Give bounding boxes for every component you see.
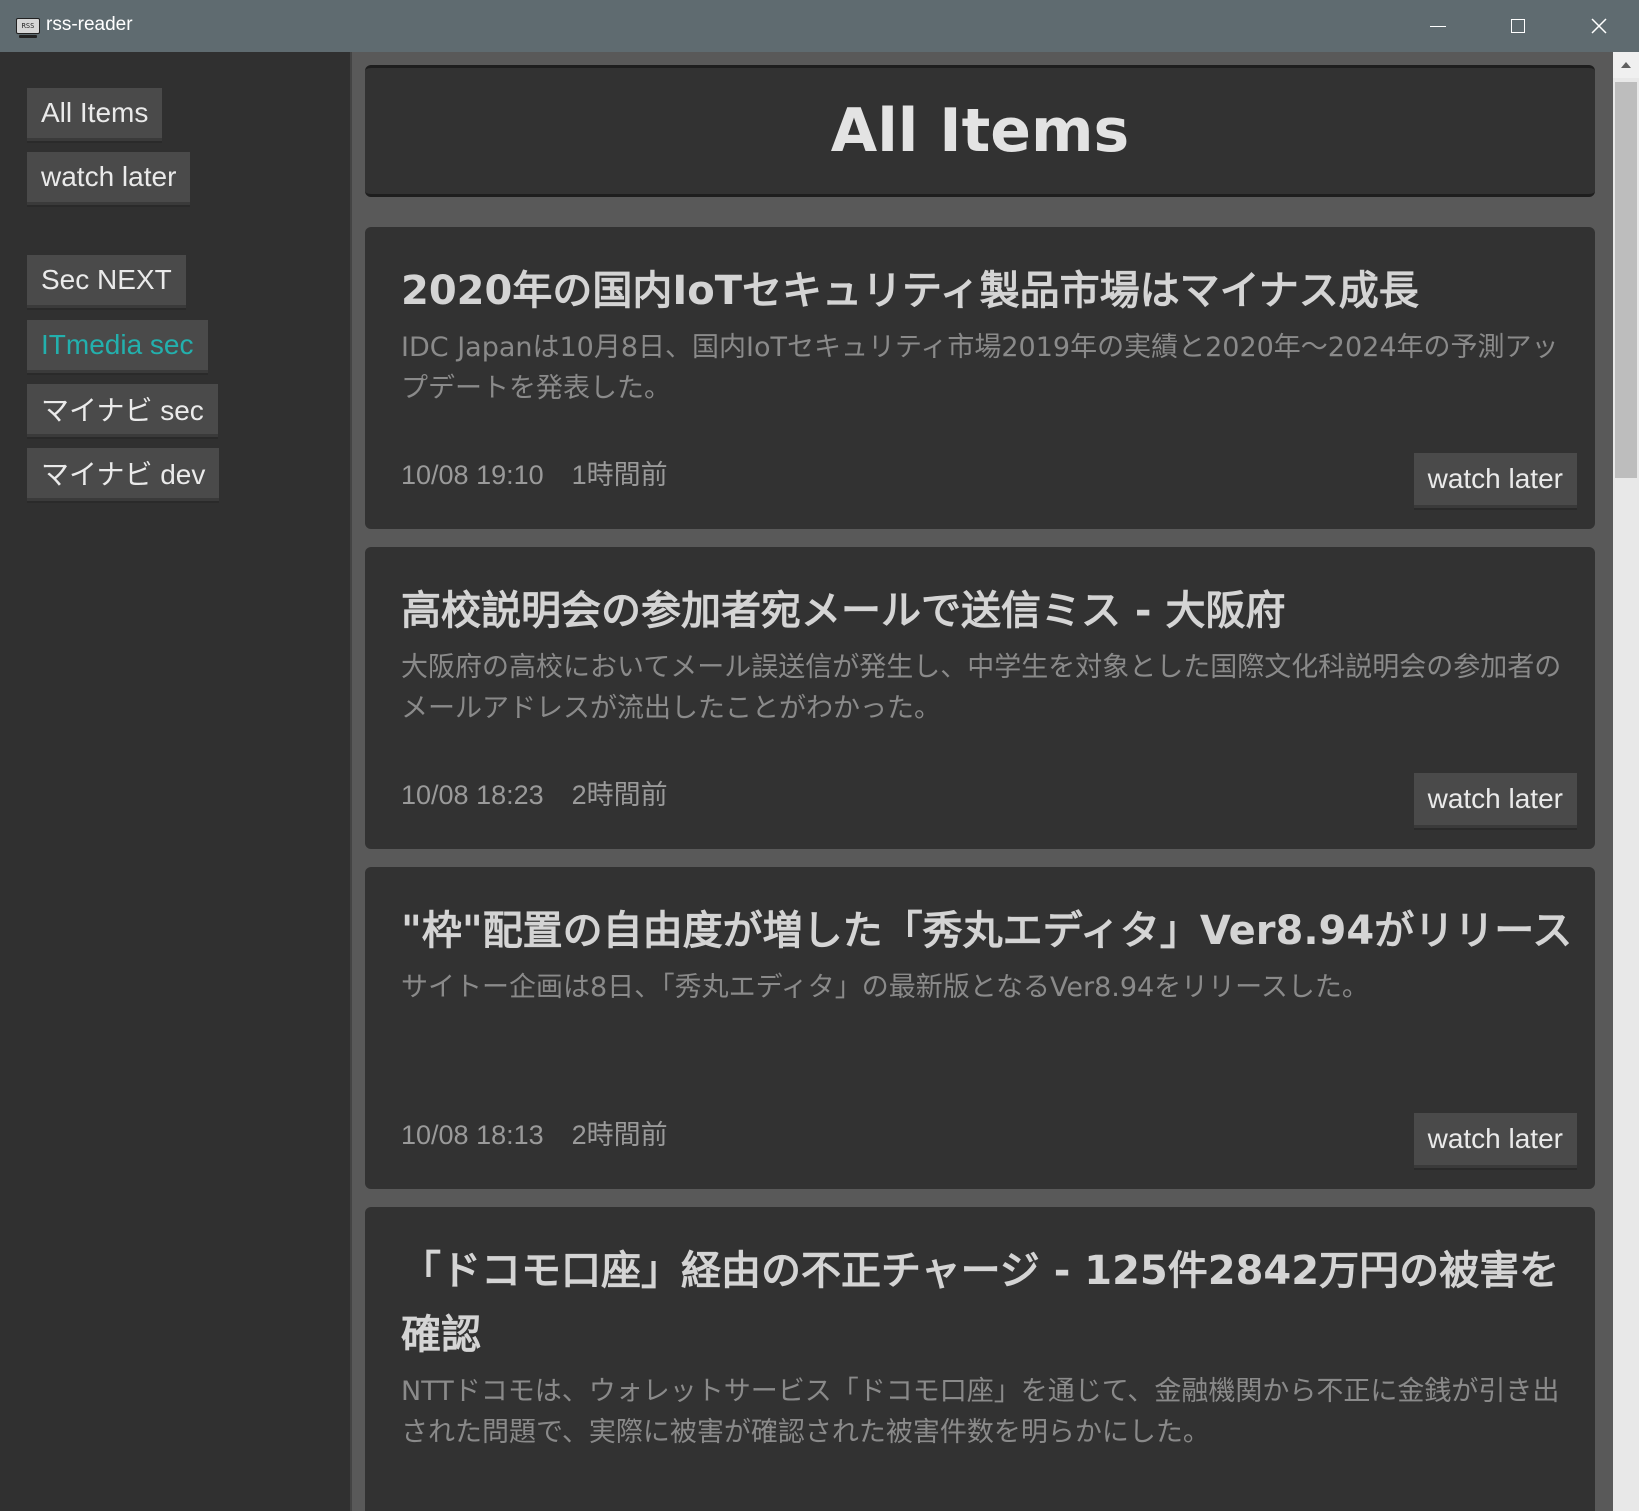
article-relative-time: 1時間前: [571, 460, 668, 490]
page-title: All Items: [830, 96, 1130, 166]
article-meta: 10/08 19:10 1時間前: [401, 453, 668, 492]
rss-app-icon: RSS: [16, 18, 40, 38]
sidebar-item-mynavi-sec[interactable]: マイナビ sec: [27, 384, 218, 434]
article-meta: 10/08 18:13 2時間前: [401, 1113, 668, 1152]
article-description: 大阪府の高校においてメール誤送信が発生し、中学生を対象とした国際文化科説明会の参…: [401, 652, 1562, 724]
article-card[interactable]: 「ドコモ口座」経由の不正チャージ - 125件2842万円の被害を確認 NTTド…: [365, 1207, 1595, 1511]
title-bar: RSS rss-reader: [0, 0, 1639, 52]
article-date: 10/08 18:13: [401, 1120, 544, 1150]
article-title[interactable]: "枠"配置の自由度が増した「秀丸エディタ」Ver8.94がリリース: [401, 899, 1577, 963]
article-card[interactable]: "枠"配置の自由度が増した「秀丸エディタ」Ver8.94がリリース サイトー企画…: [365, 867, 1595, 1189]
sidebar-item-mynavi-dev[interactable]: マイナビ dev: [27, 448, 220, 498]
maximize-icon: [1511, 19, 1525, 33]
maximize-button[interactable]: [1478, 0, 1558, 52]
scroll-thumb[interactable]: [1615, 82, 1637, 478]
close-icon: [1591, 18, 1607, 34]
minimize-icon: [1430, 25, 1446, 27]
window-title: rss-reader: [46, 14, 133, 35]
article-date: 10/08 18:23: [401, 780, 544, 810]
chevron-up-icon: [1621, 62, 1631, 68]
watch-later-button[interactable]: watch later: [1413, 453, 1577, 505]
sidebar-item-sec-next[interactable]: Sec NEXT: [27, 255, 186, 305]
article-title[interactable]: 高校説明会の参加者宛メールで送信ミス - 大阪府: [401, 579, 1577, 643]
page-header: All Items: [365, 65, 1595, 197]
article-title[interactable]: 2020年の国内IoTセキュリティ製品市場はマイナス成長: [401, 259, 1577, 323]
sidebar: All Items watch later Sec NEXT ITmedia s…: [0, 52, 352, 1511]
scrollbar[interactable]: [1613, 52, 1639, 1511]
article-date: 10/08 19:10: [401, 460, 544, 490]
article-card[interactable]: 2020年の国内IoTセキュリティ製品市場はマイナス成長 IDC Japanは1…: [365, 227, 1595, 529]
article-description: NTTドコモは、ウォレットサービス「ドコモ口座」を通じて、金融機関から不正に金銭…: [401, 1376, 1560, 1448]
sidebar-item-all-items[interactable]: All Items: [27, 88, 163, 138]
article-relative-time: 2時間前: [571, 780, 668, 810]
article-relative-time: 2時間前: [571, 1120, 668, 1150]
minimize-button[interactable]: [1398, 0, 1478, 52]
sidebar-item-watch-later[interactable]: watch later: [27, 152, 191, 202]
article-description: サイトー企画は8日、「秀丸エディタ」の最新版となるVer8.94をリリースした。: [401, 972, 1369, 1003]
watch-later-button[interactable]: watch later: [1413, 773, 1577, 825]
article-description: IDC Japanは10月8日、国内IoTセキュリティ市場2019年の実績と20…: [401, 332, 1559, 404]
article-title[interactable]: 「ドコモ口座」経由の不正チャージ - 125件2842万円の被害を確認: [401, 1239, 1577, 1367]
main-content: All Items 2020年の国内IoTセキュリティ製品市場はマイナス成長 I…: [352, 52, 1613, 1511]
watch-later-button[interactable]: watch later: [1413, 1113, 1577, 1165]
close-button[interactable]: [1559, 0, 1639, 52]
scroll-up-button[interactable]: [1613, 52, 1639, 78]
article-meta: 10/08 18:23 2時間前: [401, 773, 668, 812]
article-card[interactable]: 高校説明会の参加者宛メールで送信ミス - 大阪府 大阪府の高校においてメール誤送…: [365, 547, 1595, 849]
sidebar-item-itmedia-sec[interactable]: ITmedia sec: [27, 320, 208, 370]
